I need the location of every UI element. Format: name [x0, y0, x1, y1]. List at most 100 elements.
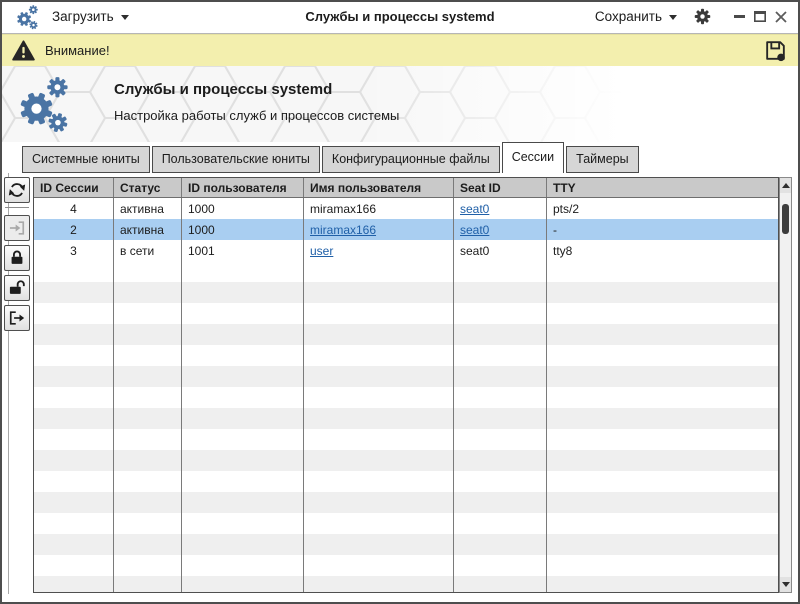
- column-header[interactable]: Статус: [114, 178, 182, 197]
- empty-cell: [454, 303, 547, 324]
- column-header[interactable]: ID Сессии: [34, 178, 114, 197]
- empty-cell: [547, 387, 778, 408]
- save-label: Сохранить: [595, 9, 662, 24]
- empty-cell: [114, 429, 182, 450]
- settings-gear-button[interactable]: [693, 7, 712, 26]
- column-header[interactable]: TTY: [547, 178, 778, 197]
- app-gears-icon: [15, 4, 39, 30]
- empty-cell: [547, 576, 778, 593]
- empty-cell: [454, 534, 547, 555]
- save-disk-icon[interactable]: [763, 38, 788, 63]
- empty-cell: [34, 471, 114, 492]
- empty-table-row: [34, 345, 778, 366]
- empty-cell: [114, 576, 182, 593]
- refresh-button[interactable]: [4, 177, 30, 203]
- empty-cell: [454, 492, 547, 513]
- load-dropdown-button[interactable]: Загрузить: [52, 0, 129, 33]
- column-header[interactable]: Имя пользователя: [304, 178, 454, 197]
- empty-cell: [454, 555, 547, 576]
- empty-cell: [34, 345, 114, 366]
- empty-cell: [114, 345, 182, 366]
- maximize-button[interactable]: [753, 9, 767, 25]
- header-banner: Службы и процессы systemd Настройка рабо…: [0, 66, 800, 142]
- empty-cell: [454, 387, 547, 408]
- empty-cell: [114, 408, 182, 429]
- empty-cell: [454, 324, 547, 345]
- unlock-button[interactable]: [4, 275, 30, 301]
- table-cell: в сети: [114, 240, 182, 261]
- empty-cell: [547, 492, 778, 513]
- warning-label: Внимание!: [45, 43, 110, 58]
- warning-bar: Внимание!: [0, 34, 800, 66]
- table-row[interactable]: 4активна1000miramax166seat0pts/2: [34, 198, 778, 219]
- table-cell: 1000: [182, 198, 304, 219]
- login-button[interactable]: [4, 215, 30, 241]
- scroll-down-button[interactable]: [780, 577, 791, 592]
- table-cell[interactable]: seat0: [454, 198, 547, 219]
- lock-closed-icon: [7, 248, 27, 268]
- minimize-button[interactable]: [732, 9, 746, 25]
- empty-cell: [304, 555, 454, 576]
- empty-cell: [304, 345, 454, 366]
- empty-cell: [454, 471, 547, 492]
- refresh-icon: [7, 180, 27, 200]
- cell-link[interactable]: seat0: [460, 223, 489, 237]
- table-cell: 3: [34, 240, 114, 261]
- table-row[interactable]: 3в сети1001userseat0tty8: [34, 240, 778, 261]
- empty-cell: [304, 450, 454, 471]
- empty-cell: [547, 345, 778, 366]
- empty-cell: [114, 324, 182, 345]
- table-row[interactable]: 2активна1000miramax166seat0-: [34, 219, 778, 240]
- empty-cell: [114, 450, 182, 471]
- column-header[interactable]: ID пользователя: [182, 178, 304, 197]
- empty-cell: [182, 450, 304, 471]
- scroll-up-button[interactable]: [780, 178, 791, 193]
- triangle-up-icon: [782, 183, 790, 188]
- empty-cell: [182, 513, 304, 534]
- empty-cell: [182, 261, 304, 282]
- empty-cell: [304, 303, 454, 324]
- empty-cell: [114, 303, 182, 324]
- table-cell[interactable]: user: [304, 240, 454, 261]
- column-header[interactable]: Seat ID: [454, 178, 547, 197]
- tab-системные-юниты[interactable]: Системные юниты: [22, 146, 150, 173]
- close-button[interactable]: [774, 9, 788, 25]
- empty-cell: [34, 366, 114, 387]
- tab-конфигурационные-файлы[interactable]: Конфигурационные файлы: [322, 146, 500, 173]
- empty-cell: [182, 555, 304, 576]
- lock-button[interactable]: [4, 245, 30, 271]
- empty-cell: [454, 450, 547, 471]
- empty-cell: [182, 345, 304, 366]
- tab-таймеры[interactable]: Таймеры: [566, 146, 639, 173]
- empty-cell: [454, 513, 547, 534]
- table-cell: -: [547, 219, 778, 240]
- logout-button[interactable]: [4, 305, 30, 331]
- empty-table-row: [34, 471, 778, 492]
- empty-cell: [114, 534, 182, 555]
- window-controls: [732, 9, 788, 25]
- vertical-scrollbar[interactable]: [779, 177, 792, 593]
- empty-cell: [304, 366, 454, 387]
- cell-link[interactable]: user: [310, 244, 333, 258]
- scrollbar-thumb[interactable]: [782, 204, 789, 234]
- empty-cell: [114, 387, 182, 408]
- save-dropdown-button[interactable]: Сохранить: [595, 9, 677, 24]
- cell-link[interactable]: miramax166: [310, 223, 376, 237]
- table-cell: miramax166: [304, 198, 454, 219]
- tab-сессии[interactable]: Сессии: [502, 142, 564, 173]
- titlebar: Службы и процессы systemd Загрузить Сохр…: [0, 0, 800, 34]
- login-arrow-icon: [7, 218, 27, 238]
- empty-cell: [547, 324, 778, 345]
- empty-table-row: [34, 492, 778, 513]
- cell-link[interactable]: seat0: [460, 202, 489, 216]
- table-cell: pts/2: [547, 198, 778, 219]
- empty-cell: [34, 534, 114, 555]
- empty-cell: [34, 408, 114, 429]
- tab-пользовательские-юниты[interactable]: Пользовательские юниты: [152, 146, 320, 173]
- table-cell[interactable]: miramax166: [304, 219, 454, 240]
- empty-cell: [304, 471, 454, 492]
- table-cell[interactable]: seat0: [454, 219, 547, 240]
- empty-cell: [304, 324, 454, 345]
- empty-cell: [34, 387, 114, 408]
- empty-cell: [182, 324, 304, 345]
